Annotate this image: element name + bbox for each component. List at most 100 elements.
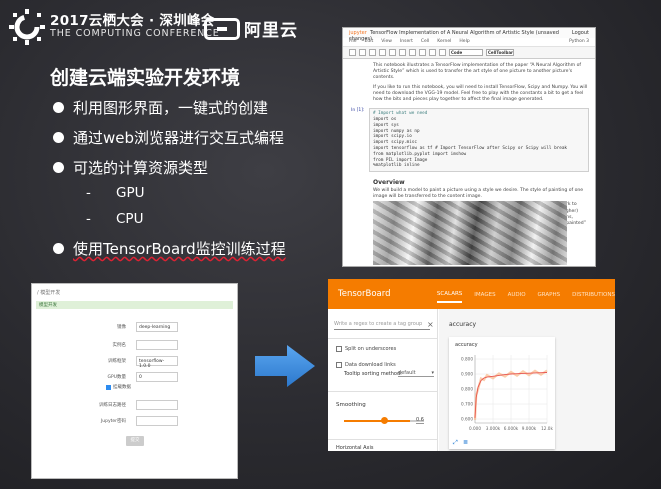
tab-distributions[interactable]: DISTRIBUTIONS (572, 288, 615, 302)
menu-cell[interactable]: Cell (421, 39, 429, 45)
save-icon[interactable] (349, 49, 356, 56)
form-row: GPU数量 0 (32, 372, 239, 382)
download-links-checkbox[interactable]: Data download links (336, 362, 396, 368)
tensorboard-brand: TensorBoard (338, 289, 391, 299)
cell-type-select[interactable]: Code (449, 49, 483, 56)
sorting-select[interactable]: default ▾ (398, 370, 434, 377)
x-tick-label: 3.000k (486, 426, 501, 431)
tab-audio[interactable]: AUDIO (508, 288, 526, 302)
jupyter-menu-bar: File Edit View Insert Cell Kernel Help P… (343, 38, 595, 47)
checkbox-checked-icon[interactable] (106, 384, 111, 390)
checkbox-icon[interactable] (336, 346, 342, 352)
tensorboard-main: accuracy accuracy 0.600 0.700 0.800 0.900 0.… (439, 309, 615, 451)
group-title: accuracy (449, 321, 477, 328)
bullet-icon (53, 132, 64, 143)
sub-bullet-item: - CPU (86, 211, 144, 227)
clear-filter-icon[interactable]: × (427, 320, 434, 329)
copy-icon[interactable] (379, 49, 386, 56)
aliyun-logo-icon (204, 17, 240, 40)
bullet-item: 通过web浏览器进行交互式编程 (53, 127, 284, 148)
checkbox-icon[interactable] (336, 362, 342, 368)
intro-text: This notebook illustrates a TensorFlow i… (373, 63, 582, 81)
conference-title: 2017云栖大会 · 深圳峰会 (50, 13, 215, 30)
code-cell[interactable]: In [1]: # Import what we need import os … (351, 108, 589, 173)
log-path-input[interactable] (136, 400, 178, 410)
tag-filter-input[interactable]: Write a regex to create a tag group (334, 321, 430, 330)
y-tick-label: 0.800 (461, 357, 473, 362)
image-select[interactable]: deep-learning (136, 322, 178, 332)
chevron-down-icon: ▾ (431, 370, 434, 376)
menu-edit[interactable]: Edit (365, 39, 374, 45)
y-tick-label: 0.900 (461, 372, 473, 377)
tab-images[interactable]: IMAGES (474, 288, 495, 302)
gpu-count-input[interactable]: 0 (136, 372, 178, 382)
smoothing-value-input[interactable]: 0.6 (416, 417, 424, 424)
smoothing-slider-knob[interactable] (381, 417, 388, 424)
menu-view[interactable]: View (381, 39, 392, 45)
tab-graphs[interactable]: GRAPHS (538, 288, 561, 302)
field-label: Jupyter密码 (100, 419, 126, 424)
conference-header: 2017云栖大会 · 深圳峰会 THE COMPUTING CONFERENCE (8, 8, 220, 46)
smoothing-label: Smoothing (336, 402, 366, 408)
stop-icon[interactable] (429, 49, 436, 56)
x-tick-label: 9.000k (522, 426, 537, 431)
aliyun-brand: 阿里云 (244, 21, 298, 41)
jupyter-password-input[interactable] (136, 416, 178, 426)
y-tick-label: 0.700 (461, 402, 473, 407)
menu-file[interactable]: File (349, 39, 357, 45)
cut-icon[interactable] (369, 49, 376, 56)
mount-data-checkbox[interactable]: 挂载数据 (106, 384, 131, 390)
bullet-icon (53, 162, 64, 173)
bullet-icon (53, 243, 64, 254)
add-cell-icon[interactable] (359, 49, 366, 56)
overview-heading: Overview (373, 179, 405, 187)
cell-toolbar-select[interactable]: CellToolbar (486, 49, 514, 56)
menu-insert[interactable]: Insert (400, 39, 413, 45)
restart-icon[interactable] (439, 49, 446, 56)
bullet-item: 可选的计算资源类型 (53, 157, 208, 178)
conference-subtitle: THE COMPUTING CONFERENCE (50, 28, 220, 40)
tensorboard-sidebar: Write a regex to create a tag group × Sp… (328, 309, 438, 451)
expand-icon[interactable]: ⤢ (453, 439, 458, 447)
bullet-icon (53, 102, 64, 113)
x-tick-label: 0.000 (469, 426, 481, 431)
overview-text: We will build a model to paint a picture… (373, 188, 584, 200)
paste-icon[interactable] (389, 49, 396, 56)
right-arrow-icon (255, 345, 315, 387)
x-tick-label: 12.0k (541, 426, 553, 431)
computing-conference-logo-icon (9, 9, 45, 45)
y-tick-label: 0.800 (461, 387, 473, 392)
form-row: 镜像 deep-learning (32, 322, 239, 332)
tensorboard-window: TensorBoard SCALARS IMAGES AUDIO GRAPHS … (328, 279, 615, 451)
code-block[interactable]: # Import what we need import os import s… (369, 108, 589, 173)
sorting-label: Tooltip sorting method: (344, 371, 402, 377)
tab-scalars[interactable]: SCALARS (436, 287, 463, 303)
split-underscores-checkbox[interactable]: Split on underscores (336, 346, 396, 352)
data-table-icon[interactable]: ≣ (463, 439, 468, 446)
field-label: 实例名 (112, 343, 127, 348)
bullet-item: 使用TensorBoard监控训练过程 (53, 238, 286, 259)
logout-button[interactable]: Logout (572, 30, 589, 36)
sub-bullet-item: - GPU (86, 185, 145, 201)
field-label: 训练框架 (108, 359, 126, 364)
form-row: 实例名 (32, 340, 239, 350)
horizontal-axis-label: Horizontal Axis (336, 445, 374, 451)
move-up-icon[interactable] (399, 49, 406, 56)
form-breadcrumb: / 模型开发 (37, 290, 61, 296)
form-row: Jupyter密码 (32, 416, 239, 426)
smoothing-slider-track[interactable] (344, 420, 410, 422)
jupyter-toolbar: Code CellToolbar (343, 47, 595, 59)
menu-kernel[interactable]: Kernel (437, 39, 451, 45)
run-icon[interactable] (419, 49, 426, 56)
submit-button[interactable]: 提交 (126, 436, 144, 446)
instance-name-input[interactable] (136, 340, 178, 350)
move-down-icon[interactable] (409, 49, 416, 56)
form-row: 训练框架 tensorflow-1.0.0 (32, 356, 239, 369)
slide-title: 创建云端实验开发环境 (50, 67, 241, 89)
y-tick-label: 0.600 (461, 417, 473, 422)
framework-select[interactable]: tensorflow-1.0.0 (136, 356, 178, 369)
field-label: 镜像 (117, 325, 126, 330)
chart-card: accuracy 0.600 0.700 0.800 0.900 0.800 0.000 3… (449, 337, 555, 449)
intro-text-2: If you like to run this notebook, you wi… (373, 84, 588, 102)
menu-help[interactable]: Help (459, 39, 469, 45)
